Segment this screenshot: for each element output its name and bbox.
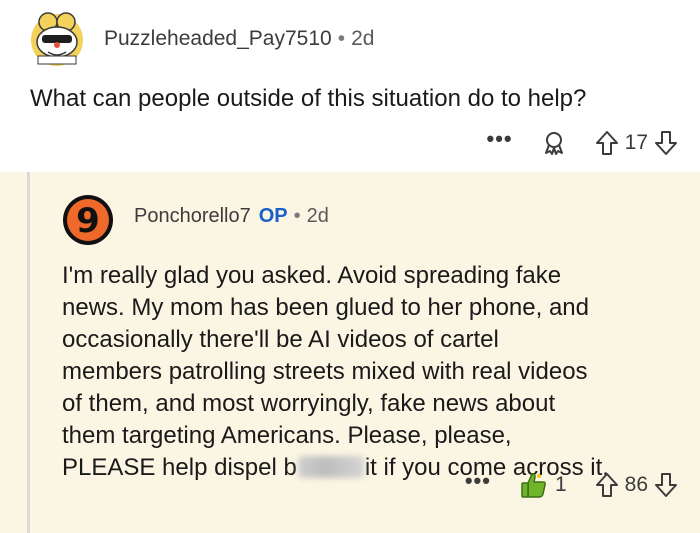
username[interactable]: Ponchorello7 bbox=[134, 205, 251, 227]
comment-body: I'm really glad you asked. Avoid spreadi… bbox=[62, 260, 692, 484]
comment-actions: ••• 1 86 bbox=[465, 468, 678, 502]
censored-word bbox=[297, 456, 364, 478]
upvote-icon[interactable] bbox=[595, 130, 619, 156]
comment-age: 2d bbox=[306, 205, 329, 227]
body-line: occasionally there'll be AI videos of ca… bbox=[62, 326, 499, 353]
op-badge: OP bbox=[258, 205, 288, 227]
vote-score: 86 bbox=[624, 473, 648, 496]
body-line: them targeting Americans. Please, please… bbox=[62, 422, 512, 449]
separator-dot: • bbox=[293, 205, 301, 227]
body-line: members patrolling streets mixed with re… bbox=[62, 358, 588, 385]
upvote-icon[interactable] bbox=[595, 472, 619, 498]
separator-dot: • bbox=[337, 27, 346, 50]
body-line-start: PLEASE help dispel b bbox=[62, 454, 297, 481]
downvote-icon[interactable] bbox=[654, 472, 678, 498]
number-nine-avatar-icon[interactable]: 9 bbox=[62, 194, 114, 246]
comment-body: What can people outside of this situatio… bbox=[30, 85, 587, 112]
body-line: news. My mom has been glued to her phone… bbox=[62, 294, 589, 321]
parent-comment: Puzzleheaded_Pay7510 • 2d What can people … bbox=[0, 0, 700, 172]
award-count: 1 bbox=[554, 473, 567, 496]
comment-meta: Puzzleheaded_Pay7510 • 2d bbox=[104, 24, 374, 54]
award-icon[interactable] bbox=[541, 130, 567, 156]
reply-comment: 9 Ponchorello7 OP • 2d I'm really glad you … bbox=[0, 172, 700, 533]
more-options-button[interactable]: ••• bbox=[465, 470, 491, 492]
avatar-glyph: 9 bbox=[76, 201, 100, 241]
comment-actions: ••• 17 bbox=[487, 126, 678, 160]
more-options-button[interactable]: ••• bbox=[487, 128, 513, 150]
body-line: I'm really glad you asked. Avoid spreadi… bbox=[62, 262, 562, 289]
username[interactable]: Puzzleheaded_Pay7510 bbox=[104, 27, 332, 50]
body-line: of them, and most worryingly, fake news … bbox=[62, 390, 556, 417]
thumbs-up-award-icon[interactable] bbox=[519, 470, 549, 500]
vote-score: 17 bbox=[624, 131, 648, 154]
thread-line[interactable] bbox=[27, 172, 30, 533]
comment-meta: Ponchorello7 OP • 2d bbox=[134, 202, 329, 230]
comment-age: 2d bbox=[351, 27, 375, 50]
snoo-avatar-icon[interactable] bbox=[26, 10, 88, 68]
downvote-icon[interactable] bbox=[654, 130, 678, 156]
